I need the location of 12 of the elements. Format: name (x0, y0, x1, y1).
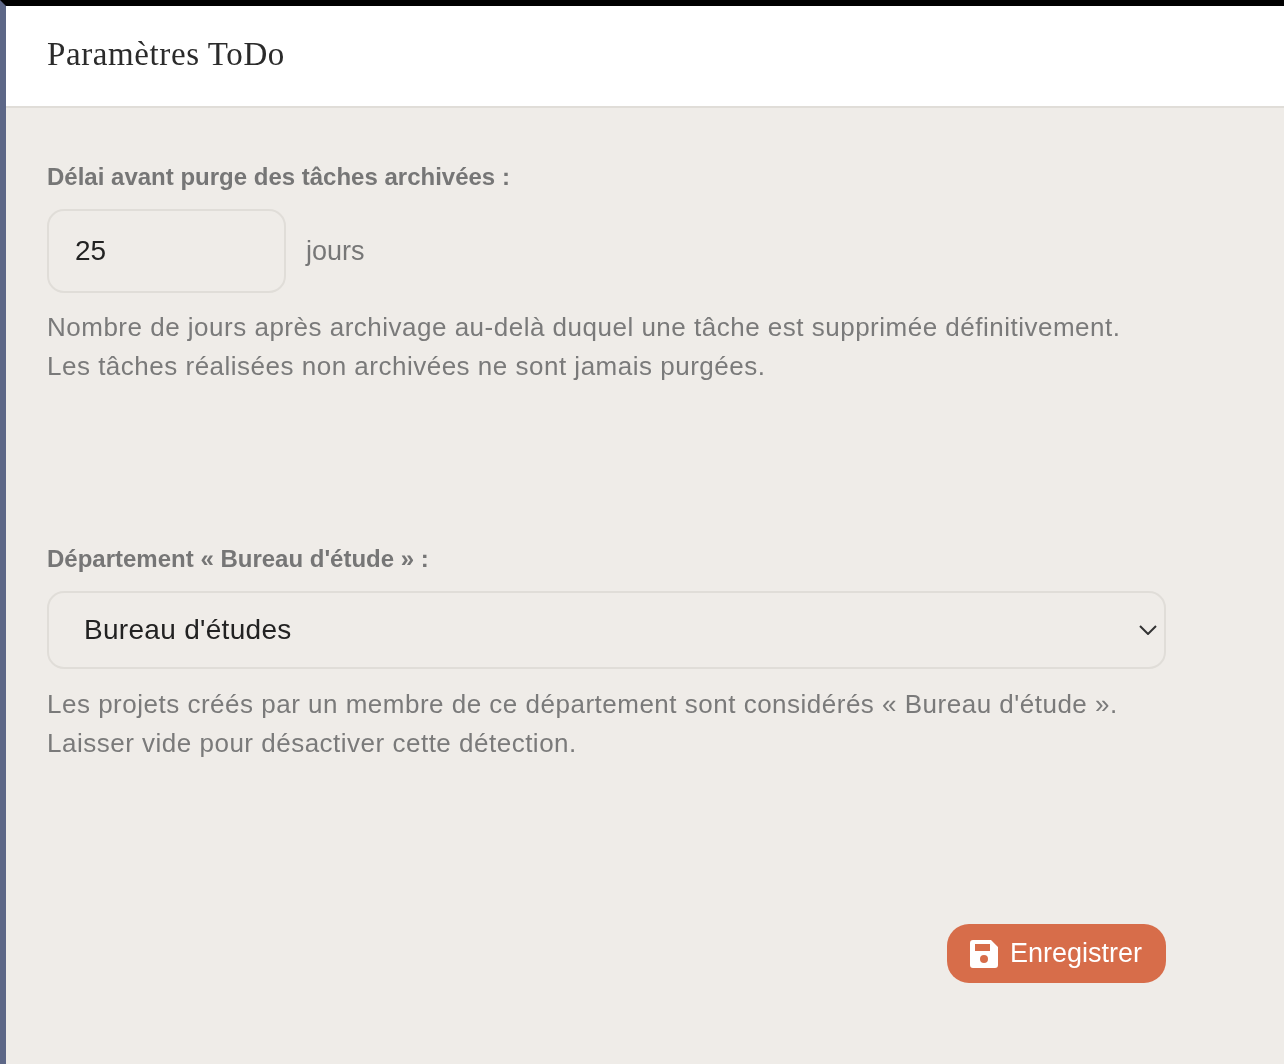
help-text: Les projets créés par un membre de ce département sont considérés « Bureau d'étude ». (47, 688, 1118, 721)
help-text: Les tâches réalisées non archivées ne sont jamais purgées. (47, 350, 766, 383)
help-text: Laisser vide pour désactiver cette détection. (47, 727, 577, 760)
unit-label: jours (306, 235, 365, 267)
page-title: Paramètres ToDo (47, 35, 285, 74)
chevron-down-icon (1139, 625, 1157, 635)
field-label: Délai avant purge des tâches archivées : (47, 163, 510, 191)
help-text: Nombre de jours après archivage au-delà duquel une tâche est supprimée définitivement. (47, 311, 1121, 344)
selected-value: Bureau d'études (84, 614, 292, 646)
number-input[interactable]: 25 (47, 209, 286, 293)
dropdown-select[interactable]: Bureau d'études (47, 591, 1166, 669)
field-label: Département « Bureau d'étude » : (47, 545, 429, 573)
